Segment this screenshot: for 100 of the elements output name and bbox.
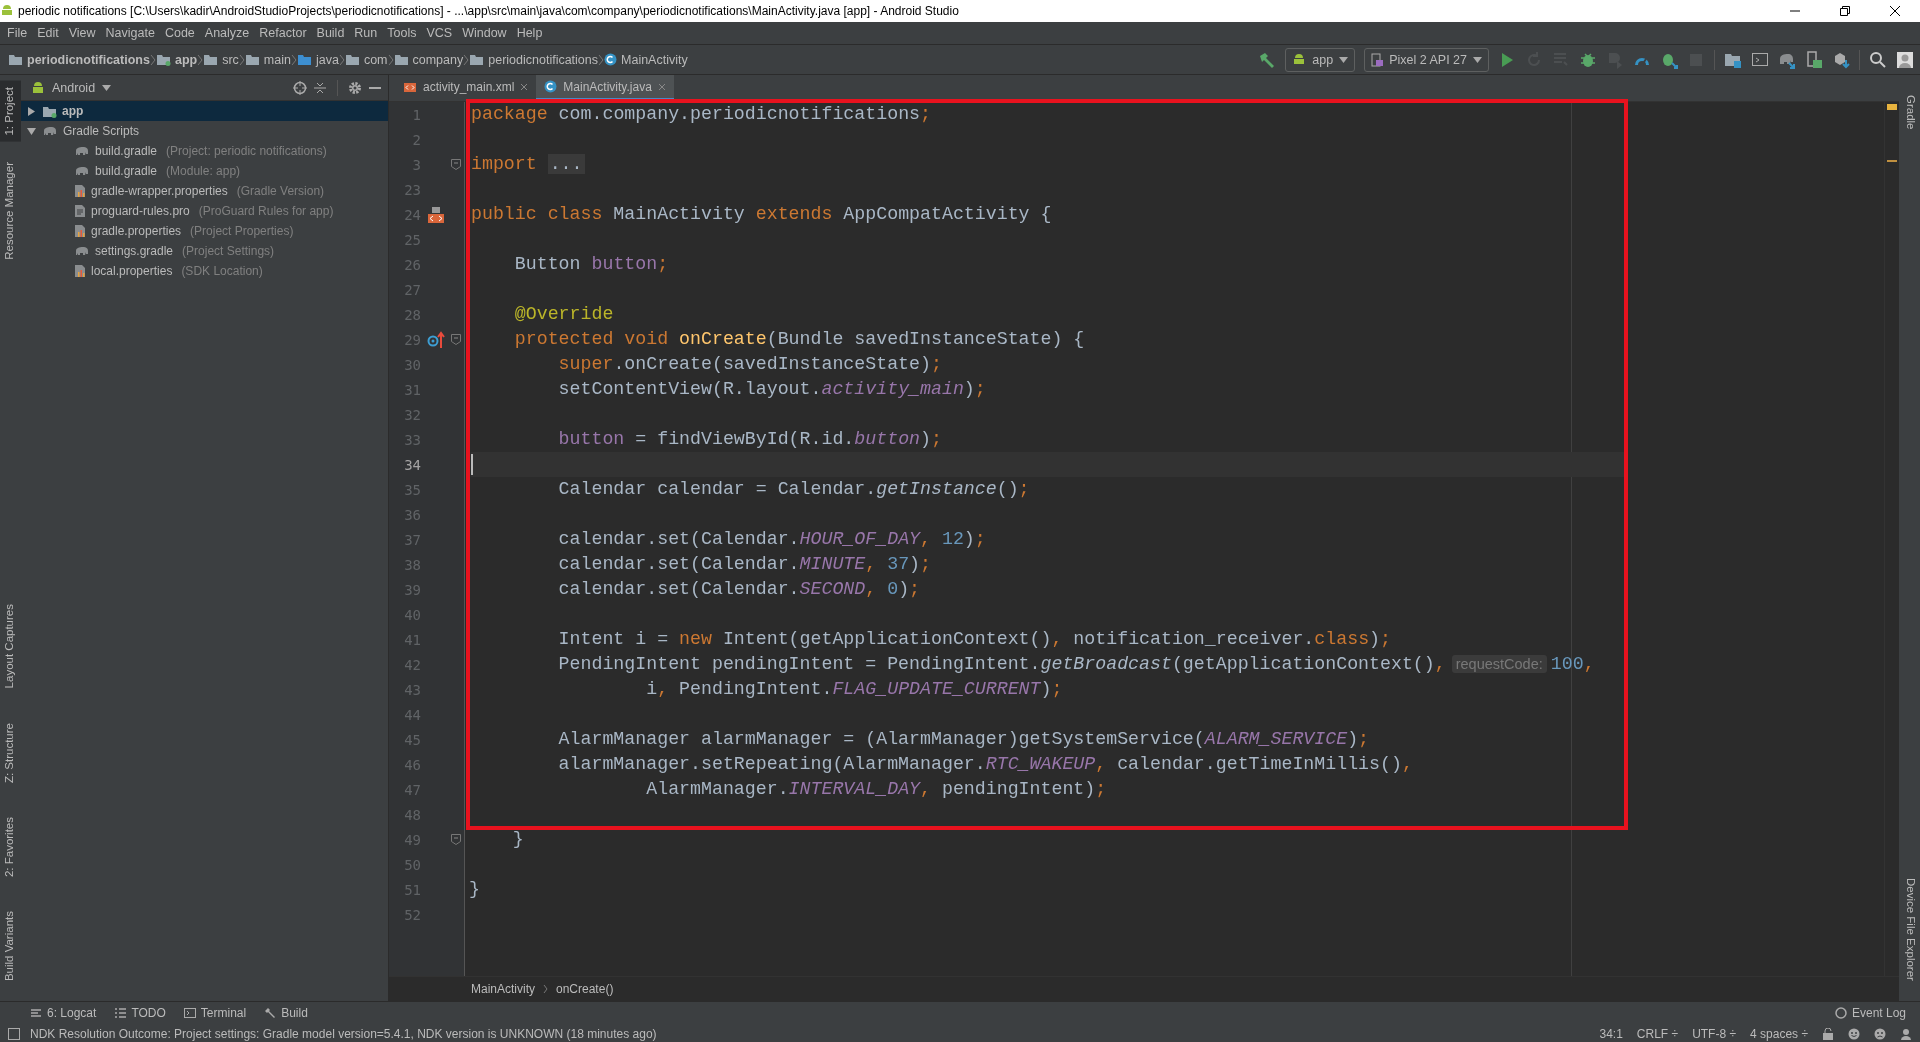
code-line: public class MainActivity extends AppCompatActivity { — [471, 203, 1052, 226]
project-view-dropdown[interactable]: Android — [31, 80, 112, 95]
breadcrumb[interactable]: MainActivity — [604, 52, 688, 67]
properties-file-icon — [74, 264, 86, 278]
menu-item[interactable]: Navigate — [100, 24, 160, 42]
tool-window-tab[interactable]: Z: Structure — [0, 716, 21, 789]
tree-item[interactable]: app — [21, 101, 388, 121]
code-line: Intent i = new Intent(getApplicationContext(), notification_receiver.class); — [557, 628, 1391, 651]
menu-item[interactable]: Code — [159, 24, 200, 42]
debug-icon[interactable] — [1579, 50, 1597, 69]
editor-tab[interactable]: activity_main.xml — [395, 75, 537, 101]
breadcrumb[interactable]: com — [344, 52, 388, 67]
search-icon[interactable] — [1869, 50, 1887, 69]
caret-icon — [102, 84, 112, 91]
tree-item[interactable]: gradle-wrapper.properties (Gradle Version) — [21, 181, 388, 201]
menu-item[interactable]: Run — [349, 24, 383, 42]
menu-item[interactable]: Refactor — [254, 24, 312, 42]
tree-item[interactable]: build.gradle (Project: periodic notifications) — [21, 141, 388, 161]
phone-download-icon[interactable] — [1805, 50, 1823, 69]
run-config-dropdown[interactable]: app — [1285, 47, 1356, 72]
tool-window-tab[interactable]: 6: Logcat — [30, 1006, 97, 1020]
tool-window-tab[interactable]: Device File Explorer — [1899, 872, 1920, 987]
chevron-icon — [238, 53, 245, 66]
status-message: NDK Resolution Outcome: Project settings: Gradle model version=5.4.1, NDK version is UNKNOWN (18 minutes ago) — [30, 1027, 658, 1041]
code-line: calendar.set(Calendar.MINUTE, 37); — [557, 553, 931, 576]
menu-item[interactable]: Build — [311, 24, 350, 42]
folder-icon — [469, 53, 485, 66]
circle-icon — [1834, 1007, 1847, 1019]
tool-window-tab[interactable]: TODO — [114, 1006, 166, 1020]
tree-item[interactable]: gradle.properties (Project Properties) — [21, 221, 388, 241]
tool-window-tab[interactable]: Event Log — [1834, 1006, 1906, 1020]
restore-icon[interactable] — [1839, 5, 1851, 17]
android-icon — [31, 80, 45, 95]
hammer-icon — [264, 1007, 277, 1019]
sad-face-icon[interactable] — [1874, 1028, 1886, 1040]
caret-position[interactable]: 34:1 — [1599, 1027, 1623, 1041]
chevron-icon — [197, 53, 204, 66]
tool-window-tab[interactable]: Layout Captures — [0, 598, 21, 695]
fold-marker-icon[interactable] — [451, 834, 461, 845]
code-line: super.onCreate(savedInstanceState); — [557, 353, 942, 376]
checklist-icon — [114, 1007, 127, 1019]
tool-window-tab[interactable]: Resource Manager — [0, 155, 21, 266]
target-icon[interactable] — [293, 80, 307, 95]
menu-item[interactable]: Window — [457, 24, 512, 42]
device-dropdown[interactable]: Pixel 2 API 27 — [1364, 47, 1489, 72]
tree-item[interactable]: Gradle Scripts — [21, 121, 388, 141]
cubes-icon[interactable] — [1832, 50, 1850, 69]
breadcrumb[interactable]: company — [393, 52, 464, 67]
menu-item[interactable]: Tools — [382, 24, 422, 42]
editor-tab[interactable]: MainActivity.java — [536, 75, 674, 101]
collapse-icon[interactable] — [313, 80, 327, 95]
close-icon[interactable] — [1889, 5, 1901, 17]
account-icon[interactable] — [1896, 50, 1914, 69]
fold-marker-icon[interactable] — [451, 334, 461, 345]
elephant-icon — [42, 125, 58, 137]
monitor-icon[interactable] — [1751, 50, 1769, 69]
override-gutter-icon[interactable] — [427, 330, 445, 349]
breadcrumb[interactable]: onCreate() — [556, 982, 614, 996]
tool-window-tab[interactable]: Build Variants — [0, 904, 21, 987]
panel-toggle-icon[interactable] — [8, 1028, 20, 1040]
breadcrumb[interactable]: app — [155, 52, 198, 67]
menu-item[interactable]: View — [63, 24, 101, 42]
code-line: calendar.set(Calendar.SECOND, 0); — [557, 578, 921, 601]
indent-setting[interactable]: 4 spaces ÷ — [1750, 1027, 1808, 1041]
breadcrumb[interactable]: src — [203, 52, 239, 67]
tree-item[interactable]: local.properties (SDK Location) — [21, 261, 388, 281]
text-file-icon — [74, 204, 86, 218]
settings-icon[interactable] — [348, 80, 362, 95]
tool-window-tab[interactable]: Gradle — [1899, 89, 1920, 136]
breadcrumb[interactable]: MainActivity — [471, 982, 535, 996]
tool-window-tab[interactable]: Build — [264, 1006, 308, 1020]
menu-item[interactable]: Analyze — [199, 24, 255, 42]
tool-window-tab[interactable]: Terminal — [183, 1006, 247, 1020]
line-separator[interactable]: CRLF ÷ — [1636, 1027, 1679, 1041]
tree-item[interactable]: build.gradle (Module: app) — [21, 161, 388, 181]
menu-item[interactable]: Edit — [32, 24, 64, 42]
window-title: periodic notifications [C:\Users\kadir\AndroidStudioProjects\periodicnotifications] - ...\app\src\main\java\com\company\periodicnotifications\MainActivity.java [app] - Android Studio — [18, 4, 960, 18]
menu-item[interactable]: Help — [511, 24, 548, 42]
lock-icon[interactable] — [1822, 1028, 1834, 1040]
breadcrumb[interactable]: java — [296, 52, 339, 67]
smiley-icon[interactable] — [1848, 1028, 1860, 1040]
tool-window-tab[interactable]: 1: Project — [0, 81, 21, 142]
elephant-icon — [74, 165, 90, 177]
file-encoding[interactable]: UTF-8 ÷ — [1692, 1027, 1737, 1041]
code-line: @Override — [513, 303, 614, 326]
module-folder-icon — [42, 104, 57, 118]
fold-marker-icon[interactable] — [451, 159, 461, 170]
expand-arrow-icon — [27, 106, 36, 116]
code-line: AlarmManager.INTERVAL_DAY, pendingIntent); — [645, 778, 1107, 801]
breadcrumb[interactable]: periodicnotifications — [8, 52, 150, 67]
menu-item[interactable]: File — [2, 24, 33, 42]
breadcrumb[interactable]: main — [244, 52, 291, 67]
code-line: Calendar calendar = Calendar.getInstance(); — [557, 478, 1030, 501]
hammer-icon[interactable] — [1258, 50, 1277, 69]
caret-icon — [1339, 56, 1349, 63]
tree-item[interactable]: settings.gradle (Project Settings) — [21, 241, 388, 261]
tool-window-tab[interactable]: 2: Favorites — [0, 810, 21, 883]
breadcrumb[interactable]: periodicnotifications — [469, 52, 599, 67]
tree-item[interactable]: proguard-rules.pro (ProGuard Rules for app) — [21, 201, 388, 221]
menu-item[interactable]: VCS — [421, 24, 458, 42]
